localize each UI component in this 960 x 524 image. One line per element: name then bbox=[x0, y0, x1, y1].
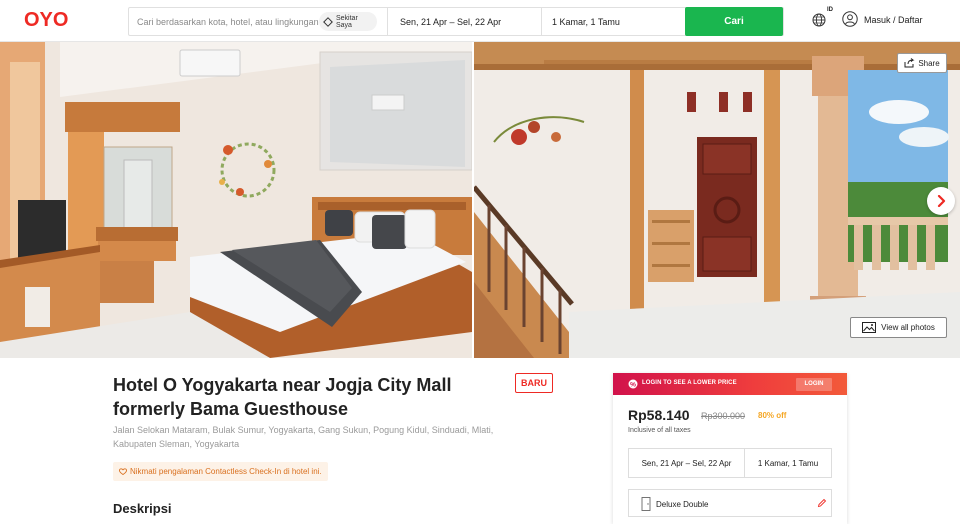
chevron-right-icon bbox=[937, 195, 946, 207]
near-me-label-line1: Sekitar bbox=[336, 14, 358, 22]
top-header: OYO SekitarSaya Sen, 21 Apr – Sel, 22 Ap… bbox=[0, 0, 960, 42]
banner-login-button[interactable]: LOGIN bbox=[796, 378, 832, 391]
room-guest-picker[interactable]: 1 Kamar, 1 Tamu bbox=[541, 8, 686, 35]
search-button[interactable]: Cari bbox=[685, 7, 783, 36]
discount-icon: % bbox=[628, 379, 638, 389]
booking-dates[interactable]: Sen, 21 Apr – Sel, 22 Apr bbox=[629, 449, 745, 477]
booking-rooms-guests[interactable]: 1 Kamar, 1 Tamu bbox=[745, 449, 831, 477]
svg-text:%: % bbox=[630, 381, 636, 388]
stair-hall-photo[interactable]: Share View all photos bbox=[474, 42, 960, 358]
login-price-banner: % LOGIN TO SEE A LOWER PRICE LOGIN bbox=[613, 373, 847, 395]
hotel-address: Jalan Selokan Mataram, Bulak Sumur, Yogy… bbox=[113, 425, 494, 449]
banner-text: LOGIN TO SEE A LOWER PRICE bbox=[642, 380, 737, 386]
booking-card: % LOGIN TO SEE A LOWER PRICE LOGIN Rp58.… bbox=[613, 373, 847, 524]
date-picker[interactable]: Sen, 21 Apr – Sel, 22 Apr bbox=[387, 8, 537, 35]
oyo-logo[interactable]: OYO bbox=[24, 9, 68, 32]
locate-icon bbox=[323, 16, 333, 27]
bedroom-illustration bbox=[0, 42, 472, 358]
hotel-title: Hotel O Yogyakarta near Jogja City Mall … bbox=[113, 375, 452, 419]
new-badge: BARU bbox=[515, 373, 553, 393]
photo-gallery: Share View all photos bbox=[0, 42, 960, 358]
description-heading: Deskripsi bbox=[113, 501, 172, 516]
room-type-selector[interactable]: Deluxe Double bbox=[628, 489, 832, 517]
staircase-illustration bbox=[474, 42, 960, 358]
tax-note: Inclusive of all taxes bbox=[628, 427, 691, 434]
image-icon bbox=[862, 322, 877, 333]
original-price: Rp300.000 bbox=[701, 411, 746, 421]
search-bar: SekitarSaya Sen, 21 Apr – Sel, 22 Apr 1 … bbox=[128, 7, 784, 36]
contactless-promo: Nikmati pengalaman Contactless Check-In … bbox=[113, 462, 328, 481]
share-button[interactable]: Share bbox=[897, 53, 947, 73]
login-signup-link[interactable]: Masuk / Daftar bbox=[864, 15, 923, 25]
view-all-photos-button[interactable]: View all photos bbox=[850, 317, 947, 338]
promo-text: Nikmati pengalaman Contactless Check-In … bbox=[130, 467, 322, 476]
language-code[interactable]: ID bbox=[827, 7, 833, 13]
share-label: Share bbox=[918, 58, 940, 68]
next-photo-button[interactable] bbox=[927, 187, 955, 215]
near-me-label-line2: Saya bbox=[336, 21, 352, 29]
bedroom-photo[interactable] bbox=[0, 42, 472, 358]
booking-date-guest-selector: Sen, 21 Apr – Sel, 22 Apr 1 Kamar, 1 Tam… bbox=[628, 448, 832, 478]
door-icon bbox=[641, 497, 651, 511]
globe-icon[interactable] bbox=[812, 13, 826, 27]
view-all-photos-label: View all photos bbox=[881, 323, 935, 332]
user-icon[interactable] bbox=[842, 11, 858, 27]
current-price: Rp58.140 bbox=[628, 407, 690, 423]
near-me-button[interactable]: Sekitar Saya bbox=[319, 12, 377, 31]
heart-icon bbox=[119, 468, 127, 475]
discount-percent: 80% off bbox=[758, 411, 787, 420]
room-type-label: Deluxe Double bbox=[656, 500, 709, 509]
edit-icon[interactable] bbox=[817, 498, 827, 508]
share-icon bbox=[904, 58, 915, 68]
